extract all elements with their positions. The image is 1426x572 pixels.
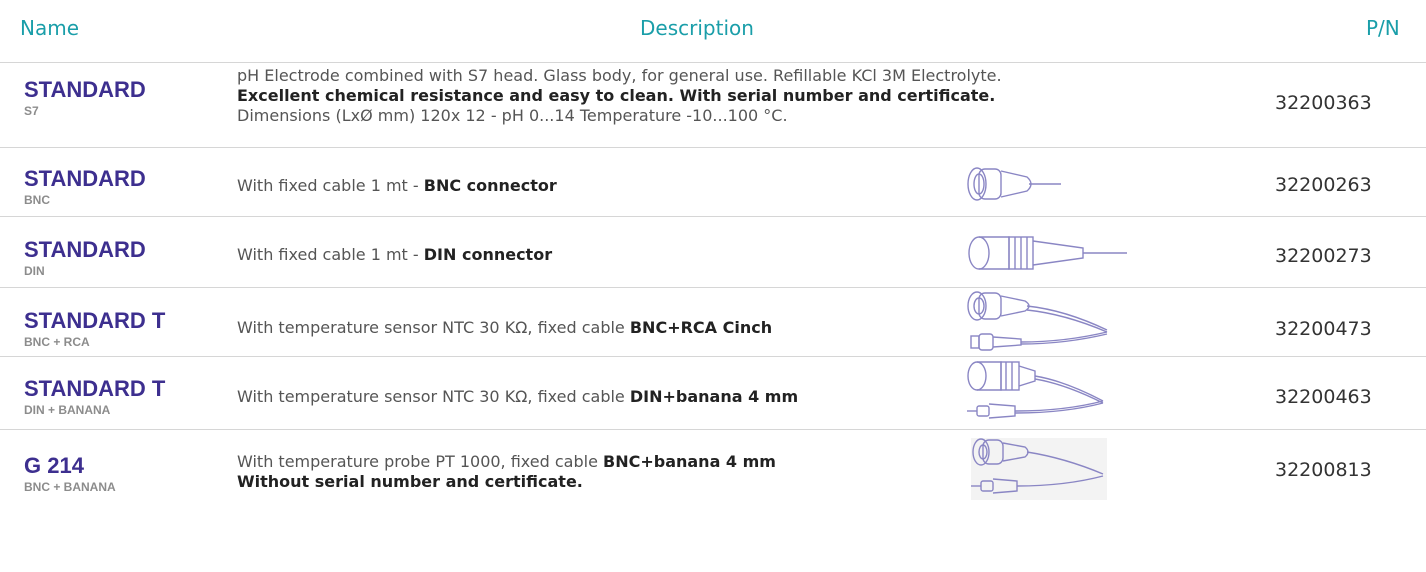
product-name-cell: STANDARD T BNC + RCA (24, 308, 165, 350)
product-subtitle: S7 (24, 104, 39, 118)
table-row: G 214 BNC + BANANA With temperature prob… (0, 429, 1426, 572)
description-text-bold: BNC+RCA Cinch (629, 318, 773, 337)
product-name: STANDARD (24, 77, 146, 102)
description-text-bold: DIN+banana 4 mm (629, 387, 799, 406)
table-row: STANDARD DIN With fixed cable 1 mt - DIN… (0, 216, 1426, 287)
description-text-bold: BNC+banana 4 mm (603, 452, 776, 471)
product-subtitle: DIN + BANANA (24, 403, 111, 417)
product-name: STANDARD (24, 166, 146, 191)
product-subtitle: DIN (24, 264, 45, 278)
product-subtitle: BNC + RCA (24, 335, 90, 349)
bnc-rca-connector-icon (965, 290, 1115, 356)
product-description: With fixed cable 1 mt - BNC connector (237, 176, 557, 196)
table-header: Name Description P/N (0, 0, 1426, 62)
description-line: Dimensions (LxØ mm) 120x 12 - pH 0...14 … (237, 106, 788, 125)
product-name-cell: STANDARD DIN (24, 237, 146, 279)
header-pn: P/N (1366, 16, 1400, 40)
description-line: pH Electrode combined with S7 head. Glas… (237, 66, 1002, 85)
din-connector-icon (965, 231, 1135, 275)
table-row: STANDARD BNC With fixed cable 1 mt - BNC… (0, 147, 1426, 216)
description-text: With temperature sensor NTC 30 KΩ, fixed… (237, 387, 630, 406)
product-name: STANDARD T (24, 376, 166, 401)
description-text-bold: BNC connector (423, 176, 557, 195)
description-text: With temperature probe PT 1000, fixed ca… (237, 452, 603, 471)
header-description: Description (640, 16, 754, 40)
product-name: STANDARD (24, 237, 146, 262)
description-text-bold: DIN connector (423, 245, 553, 264)
part-number: 32200813 (1275, 459, 1372, 481)
bnc-connector-icon (965, 162, 1105, 206)
product-subtitle: BNC + BANANA (24, 480, 116, 494)
part-number: 32200473 (1275, 318, 1372, 340)
product-description: With fixed cable 1 mt - DIN connector (237, 245, 552, 265)
product-name-cell: G 214 BNC + BANANA (24, 453, 116, 495)
product-name-cell: STANDARD BNC (24, 166, 146, 208)
product-name: STANDARD T (24, 308, 166, 333)
product-name: G 214 (24, 453, 84, 478)
description-line-bold: Without serial number and certificate. (237, 472, 583, 491)
table-row: STANDARD S7 pH Electrode combined with S… (0, 62, 1426, 147)
bnc-banana-connector-icon (965, 436, 1115, 504)
part-number: 32200273 (1275, 245, 1372, 267)
product-name-cell: STANDARD T DIN + BANANA (24, 376, 165, 418)
product-name-cell: STANDARD S7 (24, 77, 146, 119)
product-description: pH Electrode combined with S7 head. Glas… (237, 66, 1002, 126)
part-number: 32200463 (1275, 386, 1372, 408)
header-name: Name (20, 16, 80, 40)
din-banana-connector-icon (965, 359, 1115, 427)
table-row: STANDARD T DIN + BANANA With temperature… (0, 356, 1426, 429)
product-description: With temperature probe PT 1000, fixed ca… (237, 452, 776, 492)
table-row: STANDARD T BNC + RCA With temperature se… (0, 287, 1426, 356)
part-number: 32200363 (1275, 92, 1372, 114)
description-text: With fixed cable 1 mt - (237, 176, 424, 195)
description-text: With temperature sensor NTC 30 KΩ, fixed… (237, 318, 630, 337)
product-subtitle: BNC (24, 193, 50, 207)
description-text: With fixed cable 1 mt - (237, 245, 424, 264)
product-description: With temperature sensor NTC 30 KΩ, fixed… (237, 387, 798, 407)
description-line-bold: Excellent chemical resistance and easy t… (237, 86, 996, 105)
product-description: With temperature sensor NTC 30 KΩ, fixed… (237, 318, 772, 338)
part-number: 32200263 (1275, 174, 1372, 196)
